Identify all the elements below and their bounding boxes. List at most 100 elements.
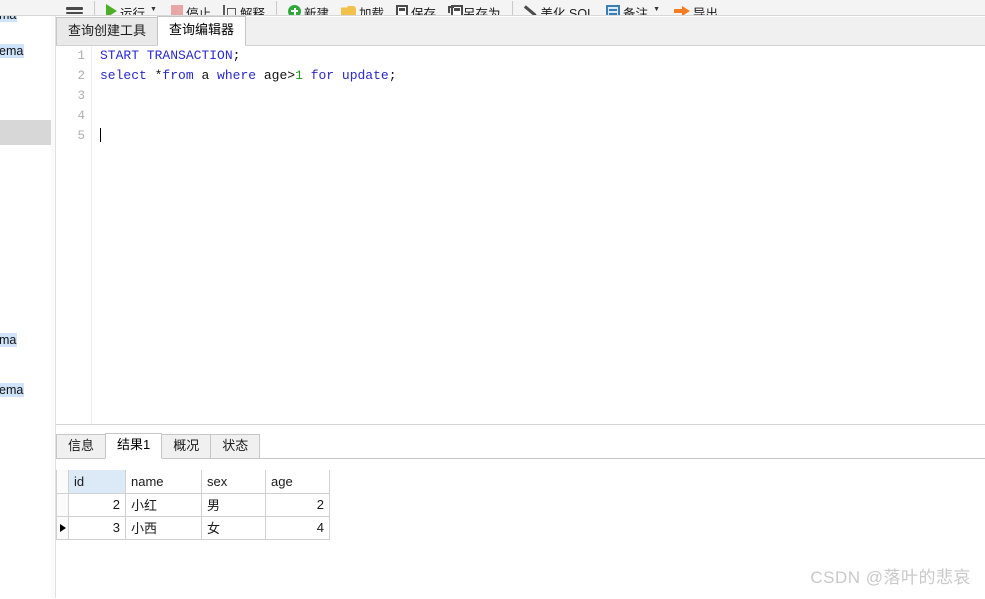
cell-age[interactable]: 4 [265,515,330,540]
toolbar-button-美化-SQL[interactable]: 美化 SQL [518,0,601,16]
toolbar-button-导出[interactable]: 导出 [668,0,724,15]
toolbar-button-加载[interactable]: 加载 [335,0,390,15]
toolbar-button-label: 美化 SQL [540,6,595,16]
column-header-age[interactable]: age [265,470,330,494]
toolbar-divider [275,1,277,15]
code-line[interactable] [100,86,985,106]
menu-button[interactable] [60,0,89,15]
chevron-down-icon[interactable]: ▼ [148,6,159,13]
hamburger-icon [66,4,83,15]
cell-id[interactable]: 2 [68,492,126,517]
code-line[interactable]: select *from a where age>1 for update; [100,66,985,86]
cell-sex[interactable]: 女 [201,515,266,540]
toolbar-button-label: 运行 [120,6,146,16]
sidebar-item-1[interactable]: ema [0,44,25,58]
result-tab-结果1[interactable]: 结果1 [105,433,163,459]
folder-icon [341,5,356,15]
toolbar-button-解释[interactable]: 解释 [217,0,271,15]
cell-name[interactable]: 小西 [125,515,202,540]
sidebar-item-0[interactable]: ma [0,16,18,22]
result-grid-head: id name sex age [56,470,330,494]
code-line[interactable] [100,126,985,146]
cell-age[interactable]: 2 [265,492,330,517]
code-line[interactable]: START TRANSACTION; [100,46,985,66]
toolbar-button-另存为[interactable]: 另存为 [442,0,507,15]
code-token: ; [388,68,397,83]
toolbar-button-label: 备注 [623,6,649,16]
line-number: 5 [77,129,85,143]
query-tab-bar: 查询创建工具 查询编辑器 [56,16,985,46]
result-tab-bar: 信息 结果1 概况 状态 [56,433,985,459]
toolbar-button-label: 加载 [359,6,385,16]
sidebar-item-3[interactable]: ema [0,383,25,397]
toolbar-button-label: 导出 [693,6,719,16]
toolbar-divider [94,1,95,15]
main-toolbar: 运行 ▼ 停止 解释 新建 加载 保存 另存为 美化 SQL 备注 ▼ 导出 [0,0,985,16]
result-grid[interactable]: id name sex age 2 小红男 2 3 小西女 4 [56,470,330,540]
toolbar-button-运行[interactable]: 运行 ▼ [100,0,165,15]
csdn-watermark: CSDN @落叶的悲哀 [810,568,971,587]
editor-gutter: 1 2 3 4 5 [56,46,92,424]
explain-icon [222,5,237,15]
line-number: 4 [77,109,85,123]
sql-editor[interactable]: 12345 START TRANSACTION; select *from a w… [56,46,985,424]
toolbar-divider [511,1,513,15]
query-tab-查询创建工具[interactable]: 查询创建工具 [56,17,159,45]
table-row[interactable]: 2 小红男 2 [56,492,330,517]
toolbar-button-新建[interactable]: 新建 [282,0,335,15]
cell-id[interactable]: 3 [68,515,126,540]
code-token: for update [302,68,389,83]
query-tab-查询编辑器[interactable]: 查询编辑器 [157,16,247,46]
line-number: 1 [77,49,85,63]
toolbar-items: 运行 ▼ 停止 解释 新建 加载 保存 另存为 美化 SQL 备注 ▼ 导出 [100,0,724,15]
code-token: 1 [295,68,303,83]
result-grid-header-row: id name sex age [56,470,330,494]
result-grid-body: 2 小红男 2 3 小西女 4 [56,492,330,540]
code-token: where [217,68,264,83]
code-token: START TRANSACTION [100,48,233,63]
code-token: a [201,68,218,83]
line-number: 3 [77,89,85,103]
export-arrow-icon [674,5,690,15]
toolbar-button-备注[interactable]: 备注 ▼ [600,0,668,15]
sidebar-selected-row[interactable] [0,120,51,145]
column-header-sex[interactable]: sex [201,470,266,494]
code-token: age [263,68,288,83]
line-number: 2 [77,69,85,83]
chevron-down-icon[interactable]: ▼ [651,6,662,13]
object-sidebar[interactable]: ma ema ma ema [0,16,52,598]
code-token: from [162,68,202,83]
toolbar-button-停止[interactable]: 停止 [165,0,217,15]
row-marker-cell[interactable] [56,492,69,517]
toolbar-button-label: 新建 [303,6,329,16]
result-tab-状态[interactable]: 状态 [210,434,261,458]
table-row[interactable]: 3 小西女 4 [56,515,330,540]
code-token: > [287,68,296,83]
code-line[interactable] [100,106,985,126]
cell-name[interactable]: 小红 [125,492,202,517]
column-header-name[interactable]: name [125,470,202,494]
save-as-icon [448,4,464,15]
text-caret [100,128,101,142]
comment-icon [606,5,621,15]
row-marker-header [56,470,69,494]
toolbar-button-label: 保存 [411,6,437,16]
result-tab-信息[interactable]: 信息 [56,434,107,458]
toolbar-button-保存[interactable]: 保存 [390,0,442,15]
save-icon [396,4,409,15]
plus-circle-icon [287,4,301,15]
toolbar-button-label: 另存为 [463,6,501,16]
code-token: ; [232,48,241,63]
column-header-id[interactable]: id [68,470,126,494]
cell-sex[interactable]: 男 [201,492,266,517]
sidebar-item-2[interactable]: ma [0,333,18,347]
code-token: select [100,68,155,83]
toolbar-button-label: 解释 [239,6,265,16]
result-tab-概况[interactable]: 概况 [161,434,212,458]
wand-icon [524,4,538,15]
sql-code-area[interactable]: START TRANSACTION; select *from a where a… [100,46,985,424]
play-icon [106,4,117,15]
toolbar-button-label: 停止 [185,6,211,16]
current-row-arrow-icon [59,523,66,532]
row-marker-cell[interactable] [56,515,69,540]
